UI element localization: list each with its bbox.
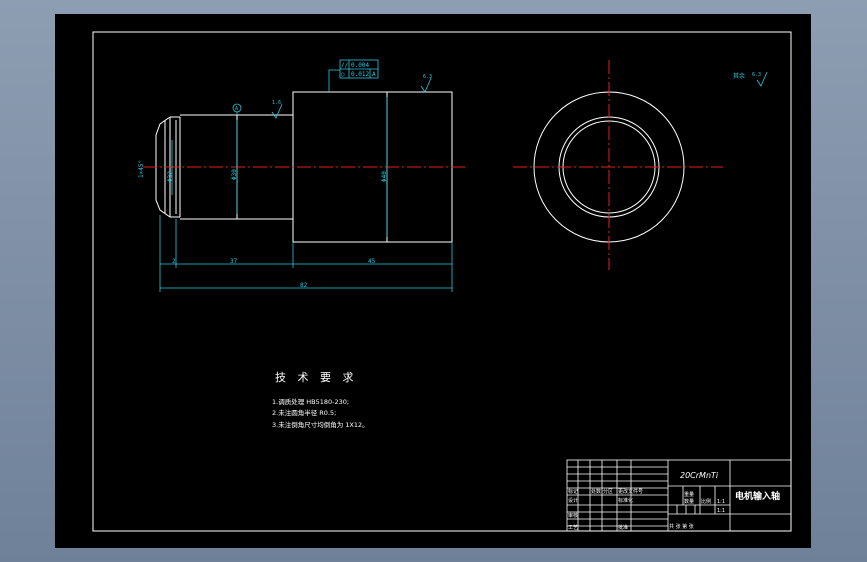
tb-design: 设计 — [568, 497, 578, 504]
tb-weight: 重量 — [684, 491, 694, 498]
tb-mark: 标记 — [568, 488, 578, 495]
tb-count: 处数 — [591, 488, 601, 495]
tb-sheet: 共 张 第 张 — [669, 523, 694, 530]
side-centerlines — [513, 60, 723, 270]
tb-change: 更改文件号 — [618, 488, 643, 495]
tb-review: 审核 — [568, 512, 578, 519]
dim-d2: Φ32 — [167, 171, 174, 182]
dimensions — [159, 59, 768, 292]
tb-qty-label: 数量 — [684, 498, 694, 505]
drawing-canvas[interactable]: 1×45° Φ30 Φ32 Φ40 2 37 45 82 // 0.004 ○ … — [55, 14, 811, 548]
tb-process: 工艺 — [568, 525, 578, 531]
cad-viewport[interactable]: 1×45° Φ30 Φ32 Φ40 2 37 45 82 // 0.004 ○ … — [0, 0, 867, 562]
tech-item-1: 1.调质处理 HB5180-230; — [272, 397, 349, 406]
tech-title: 技 术 要 求 — [275, 371, 358, 384]
dim-len-82: 82 — [300, 282, 308, 289]
datum-tag: A — [235, 106, 238, 112]
rough-a: 1.6 — [272, 100, 281, 106]
fcf-row1-sym: // — [341, 62, 349, 69]
dim-len-37: 37 — [230, 258, 238, 265]
roughness-value: 6.3 — [752, 72, 761, 78]
roughness-note: 其余 — [733, 72, 745, 80]
dim-len-2: 2 — [172, 258, 176, 265]
tb-cnt: 1:1 — [717, 508, 725, 514]
tb-zone: 分区 — [603, 488, 613, 495]
dim-d3: Φ40 — [381, 171, 388, 182]
fcf-row2-sym: ○ — [341, 71, 345, 78]
fcf-datum: A — [372, 71, 376, 78]
fcf-row2-val: 0.012 — [351, 71, 369, 78]
tech-item-2: 2.未注圆角半径 R0.5; — [272, 408, 336, 417]
border-frame — [92, 31, 792, 532]
fcf-row1-val: 0.004 — [351, 62, 369, 69]
tech-item-3: 3.未注倒角尺寸均倒角为 1X12。 — [272, 420, 369, 429]
tb-scale-value: 1:1 — [717, 499, 725, 505]
tb-part-name: 电机输入轴 — [735, 490, 780, 502]
drawing-sheet[interactable]: 1×45° Φ30 Φ32 Φ40 2 37 45 82 // 0.004 ○ … — [55, 14, 811, 548]
tb-approve: 批准 — [618, 524, 628, 531]
dim-len-45: 45 — [368, 258, 376, 265]
dim-chamfer: 1×45° — [138, 160, 145, 178]
tb-standard: 标准化 — [618, 497, 633, 504]
rough-b: 6.3 — [423, 74, 432, 80]
dim-d1: Φ30 — [231, 169, 238, 180]
tb-material: 20CrMnTi — [680, 471, 719, 480]
tb-scale-label: 比例 — [701, 498, 711, 505]
